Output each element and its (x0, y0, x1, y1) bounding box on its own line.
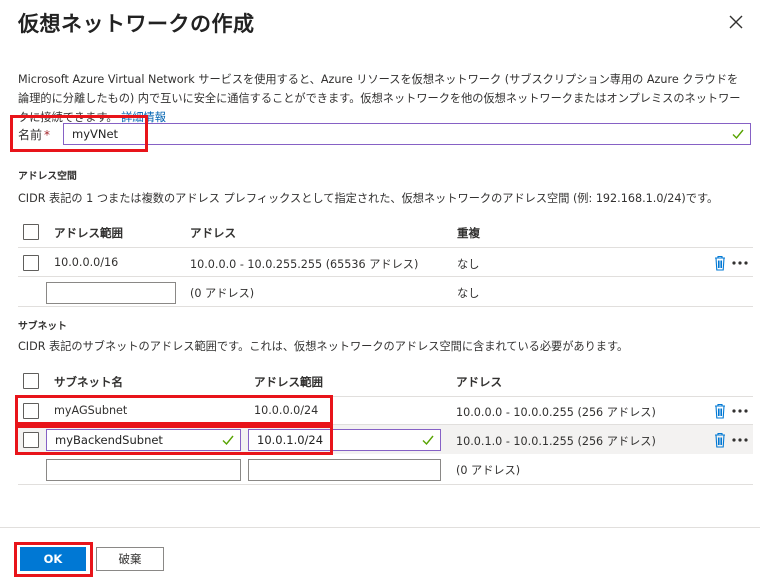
subnets-label: サブネット (18, 321, 67, 332)
dialog-title: 仮想ネットワークの作成 (18, 12, 255, 36)
highlight-name (10, 115, 148, 152)
header-overlap: 重複 (457, 226, 480, 240)
highlight-subnet-2 (15, 425, 333, 455)
footer-divider (0, 527, 760, 528)
new-subnet-name-input[interactable] (46, 459, 241, 481)
address-space-description: CIDR 表記の 1 つまたは複数のアドレス プレフィックスとして指定された、仮… (18, 192, 719, 205)
delete-icon[interactable] (713, 432, 727, 448)
header-subnet-name: サブネット名 (54, 375, 123, 389)
new-address-range-input[interactable] (46, 282, 176, 304)
highlight-subnet-1 (15, 395, 333, 425)
subnets-description: CIDR 表記のサブネットのアドレス範囲です。これは、仮想ネットワークのアドレス… (18, 340, 629, 353)
divider (18, 306, 753, 307)
subnet-address-cell: 10.0.0.0 - 10.0.0.255 (256 アドレス) (456, 406, 656, 419)
more-icon[interactable] (731, 260, 749, 266)
address-space-label: アドレス空間 (18, 171, 77, 182)
vnet-name-input[interactable]: myVNet (63, 123, 751, 145)
new-subnet-range-input[interactable] (248, 459, 441, 481)
more-icon[interactable] (731, 408, 749, 414)
new-subnet-address-cell: (0 アドレス) (456, 464, 521, 477)
select-all-subnets-checkbox[interactable] (23, 373, 39, 389)
new-address-cell: (0 アドレス) (190, 287, 255, 300)
checkmark-icon (422, 435, 434, 446)
close-icon[interactable] (726, 12, 746, 32)
delete-icon[interactable] (713, 403, 727, 419)
delete-icon[interactable] (713, 255, 727, 271)
address-cell: 10.0.0.0 - 10.0.255.255 (65536 アドレス) (190, 258, 419, 271)
discard-button[interactable]: 破棄 (96, 547, 164, 571)
divider (18, 484, 753, 485)
checkmark-icon (732, 129, 744, 140)
divider (18, 247, 753, 248)
address-range-cell: 10.0.0.0/16 (54, 256, 119, 269)
header-address-range: アドレス範囲 (54, 226, 123, 240)
header-subnet-address: アドレス (456, 375, 502, 389)
overlap-cell: なし (457, 258, 480, 271)
new-overlap-cell: なし (457, 287, 480, 300)
divider (18, 276, 753, 277)
subnet-address-cell: 10.0.1.0 - 10.0.1.255 (256 アドレス) (456, 435, 656, 448)
header-subnet-range: アドレス範囲 (254, 375, 323, 389)
more-icon[interactable] (731, 437, 749, 443)
select-all-address-checkbox[interactable] (23, 224, 39, 240)
header-address: アドレス (190, 226, 236, 240)
address-row-checkbox[interactable] (23, 255, 39, 271)
highlight-ok (14, 542, 93, 577)
